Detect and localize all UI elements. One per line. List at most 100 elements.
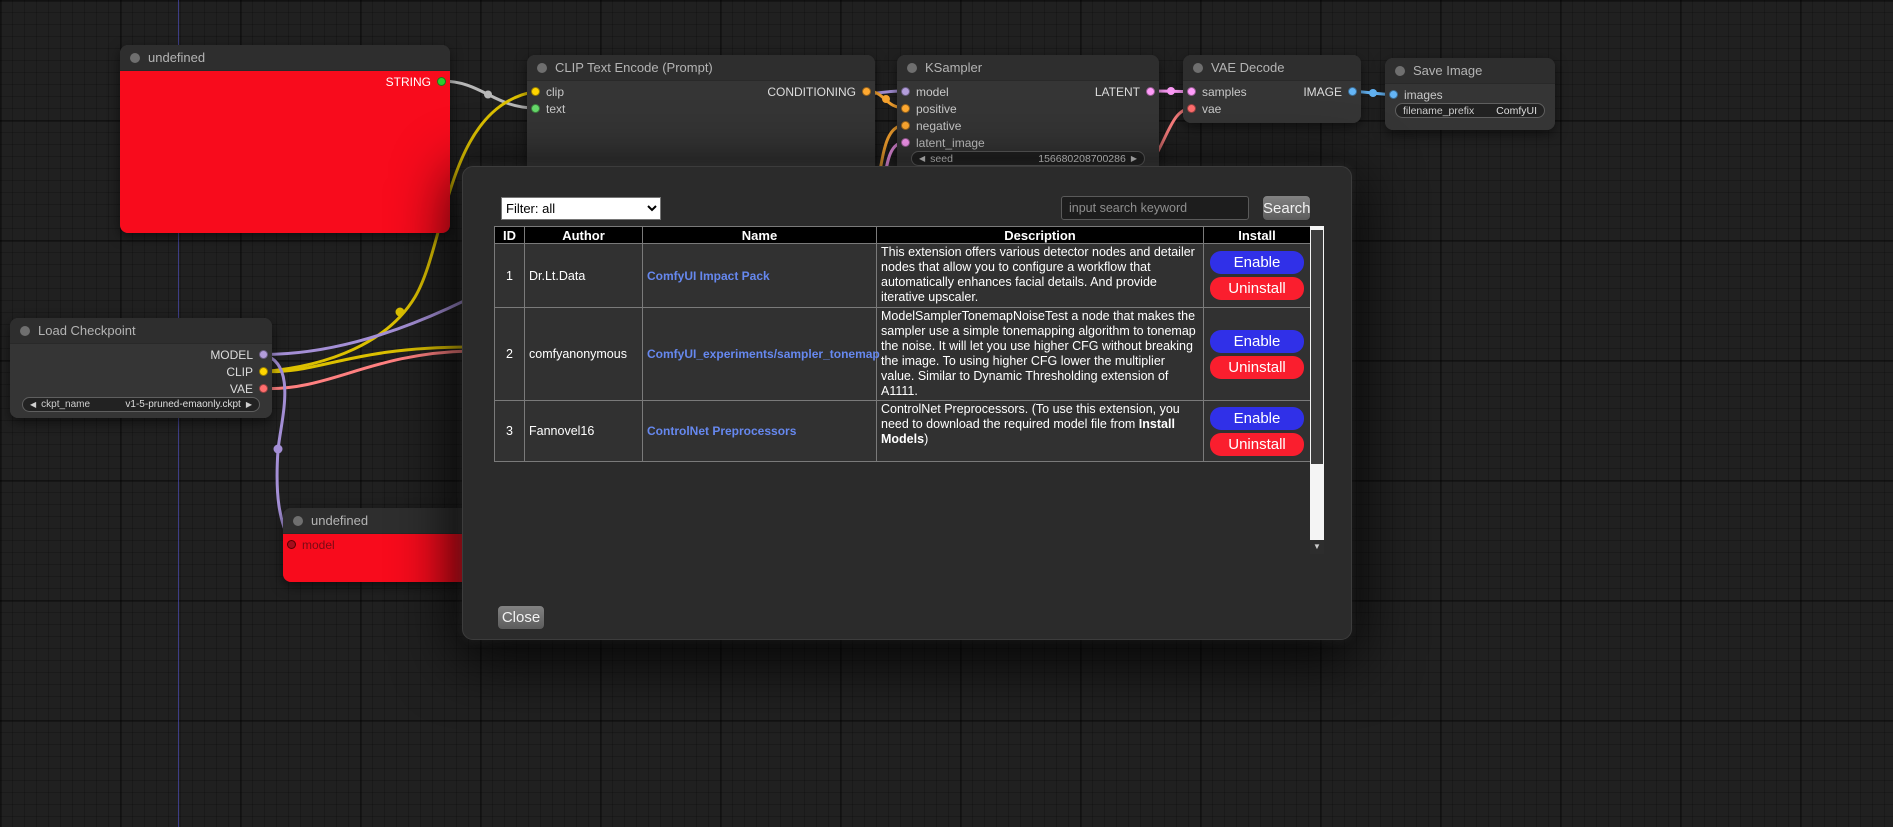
latent-connector-icon[interactable] [1146, 87, 1155, 96]
collapse-dot-icon[interactable] [130, 53, 140, 63]
table-row: 3 Fannovel16 ControlNet Preprocessors Co… [495, 401, 1311, 462]
node-body: model positive negative latent_image LAT… [897, 81, 1159, 175]
scrollbar-thumb[interactable] [1311, 230, 1323, 464]
widget-label: filename_prefix [1403, 105, 1474, 117]
input-slot-positive[interactable]: positive [901, 100, 957, 117]
table-row: 2 comfyanonymous ComfyUI_experiments/sam… [495, 308, 1311, 401]
ckpt-name-widget[interactable]: ◀ ckpt_name v1-5-pruned-emaonly.ckpt ▶ [22, 397, 260, 412]
input-slot-negative[interactable]: negative [901, 117, 961, 134]
vae-connector-icon[interactable] [259, 384, 268, 393]
wire-dot [396, 308, 405, 317]
close-button[interactable]: Close [497, 605, 545, 630]
extension-link[interactable]: ControlNet Preprocessors [647, 424, 796, 438]
description-text: ) [924, 432, 928, 446]
header-install: Install [1204, 227, 1311, 244]
image-connector-icon[interactable] [1348, 87, 1357, 96]
widget-value: ComfyUI [1496, 105, 1537, 117]
output-label: CONDITIONING [767, 85, 856, 99]
conditioning-connector-icon[interactable] [901, 121, 910, 130]
node-title-bar[interactable]: KSampler [897, 55, 1159, 81]
uninstall-button[interactable]: Uninstall [1210, 277, 1304, 300]
output-slot-vae[interactable]: VAE [230, 380, 268, 397]
next-arrow-icon[interactable]: ▶ [246, 401, 252, 409]
search-button[interactable]: Search [1262, 195, 1311, 221]
output-label: MODEL [210, 348, 253, 362]
conditioning-connector-icon[interactable] [901, 104, 910, 113]
node-vae-decode[interactable]: VAE Decode samples vae IMAGE [1183, 55, 1361, 123]
node-title-bar[interactable]: CLIP Text Encode (Prompt) [527, 55, 875, 81]
image-connector-icon[interactable] [1389, 90, 1398, 99]
header-description: Description [877, 227, 1204, 244]
text-connector-icon[interactable] [531, 104, 540, 113]
enable-button[interactable]: Enable [1210, 407, 1304, 430]
description-text: ModelSamplerTonemapNoiseTest a node that… [881, 309, 1196, 398]
collapse-dot-icon[interactable] [1395, 66, 1405, 76]
search-input[interactable] [1061, 196, 1249, 220]
uninstall-button[interactable]: Uninstall [1210, 433, 1304, 456]
input-slot-images[interactable]: images [1389, 86, 1443, 103]
output-slot-model[interactable]: MODEL [210, 346, 268, 363]
seed-widget[interactable]: ◀ seed 156680208700286 ▶ [911, 151, 1145, 166]
cell-description: ModelSamplerTonemapNoiseTest a node that… [877, 308, 1204, 401]
node-title-bar[interactable]: VAE Decode [1183, 55, 1361, 81]
cell-author: Dr.Lt.Data [525, 244, 643, 308]
collapse-dot-icon[interactable] [537, 63, 547, 73]
node-body: clip text CONDITIONING [527, 81, 875, 175]
uninstall-button[interactable]: Uninstall [1210, 356, 1304, 379]
conditioning-connector-icon[interactable] [862, 87, 871, 96]
model-connector-icon[interactable] [901, 87, 910, 96]
enable-button[interactable]: Enable [1210, 330, 1304, 353]
input-slot-samples[interactable]: samples [1187, 83, 1247, 100]
model-connector-icon[interactable] [259, 350, 268, 359]
input-label: vae [1202, 102, 1221, 116]
input-slot-model[interactable]: model [287, 536, 335, 553]
wire-dot [882, 95, 890, 103]
input-slot-model[interactable]: model [901, 83, 949, 100]
clip-connector-icon[interactable] [531, 87, 540, 96]
input-slot-vae[interactable]: vae [1187, 100, 1221, 117]
enable-button[interactable]: Enable [1210, 251, 1304, 274]
table-header-row: ID Author Name Description Install [495, 227, 1311, 244]
filter-select[interactable]: Filter: all [501, 197, 661, 220]
node-title: CLIP Text Encode (Prompt) [555, 60, 713, 75]
output-slot-conditioning[interactable]: CONDITIONING [767, 83, 871, 100]
collapse-dot-icon[interactable] [293, 516, 303, 526]
node-undefined-top[interactable]: undefined STRING [120, 45, 450, 233]
output-label: VAE [230, 382, 253, 396]
cell-author: Fannovel16 [525, 401, 643, 462]
node-save-image[interactable]: Save Image images filename_prefix ComfyU… [1385, 58, 1555, 130]
output-slot-latent[interactable]: LATENT [1095, 83, 1155, 100]
node-ksampler[interactable]: KSampler model positive negative latent_… [897, 55, 1159, 175]
string-connector-icon[interactable] [437, 77, 446, 86]
model-connector-icon[interactable] [287, 540, 296, 549]
latent-connector-icon[interactable] [1187, 87, 1196, 96]
filename-prefix-widget[interactable]: filename_prefix ComfyUI [1395, 103, 1545, 118]
input-label: model [916, 85, 949, 99]
collapse-dot-icon[interactable] [20, 326, 30, 336]
input-slot-text[interactable]: text [531, 100, 565, 117]
decrement-arrow-icon[interactable]: ◀ [919, 155, 925, 163]
node-title-bar[interactable]: undefined [120, 45, 450, 71]
extension-link[interactable]: ComfyUI_experiments/sampler_tonemap [647, 347, 880, 361]
latent-connector-icon[interactable] [901, 138, 910, 147]
collapse-dot-icon[interactable] [1193, 63, 1203, 73]
clip-connector-icon[interactable] [259, 367, 268, 376]
extension-link[interactable]: ComfyUI Impact Pack [647, 269, 770, 283]
table-scrollbar[interactable]: ▼ [1310, 226, 1324, 554]
output-slot-string[interactable]: STRING [386, 73, 446, 90]
node-title-bar[interactable]: Save Image [1385, 58, 1555, 84]
collapse-dot-icon[interactable] [907, 63, 917, 73]
cell-install: Enable Uninstall [1204, 308, 1311, 401]
scroll-down-arrow-icon[interactable]: ▼ [1310, 540, 1324, 554]
node-clip-text-encode[interactable]: CLIP Text Encode (Prompt) clip text COND… [527, 55, 875, 175]
input-slot-clip[interactable]: clip [531, 83, 564, 100]
node-load-checkpoint[interactable]: Load Checkpoint MODEL CLIP VAE ◀ ckpt_na… [10, 318, 272, 418]
error-node-body: STRING [120, 71, 450, 233]
increment-arrow-icon[interactable]: ▶ [1131, 155, 1137, 163]
output-slot-image[interactable]: IMAGE [1303, 83, 1357, 100]
input-slot-latent-image[interactable]: latent_image [901, 134, 985, 151]
vae-connector-icon[interactable] [1187, 104, 1196, 113]
previous-arrow-icon[interactable]: ◀ [30, 401, 36, 409]
output-slot-clip[interactable]: CLIP [226, 363, 268, 380]
node-title-bar[interactable]: Load Checkpoint [10, 318, 272, 344]
